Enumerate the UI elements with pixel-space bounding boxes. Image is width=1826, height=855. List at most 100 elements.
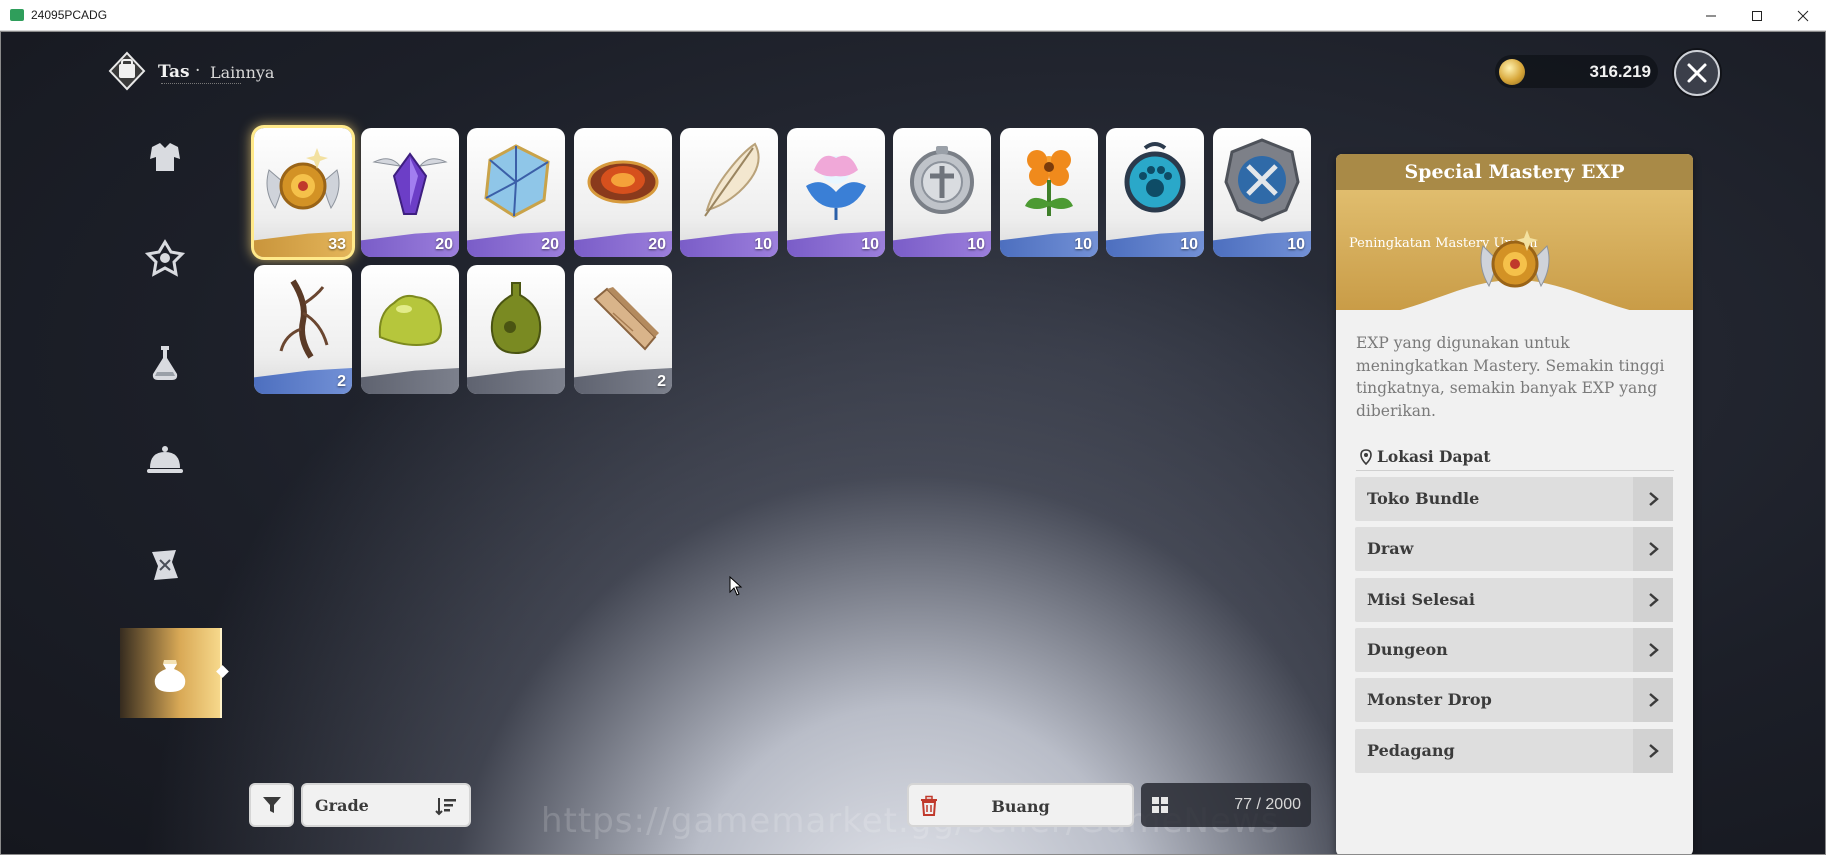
item-quantity: 20 [648, 236, 666, 253]
location-row[interactable]: Toko Bundle [1355, 477, 1673, 521]
armor-category-icon [150, 143, 180, 171]
location-row[interactable]: Dungeon [1355, 628, 1673, 672]
food-cloche-category-icon [147, 446, 183, 473]
item-quantity: 10 [1287, 236, 1305, 253]
white-feather-icon [704, 142, 760, 217]
dry-root-icon [279, 279, 329, 359]
scroll-category-icon [152, 550, 178, 580]
paw-amulet-item[interactable]: 10 [1106, 128, 1204, 257]
category-armor[interactable] [121, 114, 209, 202]
wood-plank-item[interactable]: 2 [574, 265, 672, 394]
bag-logo-icon [108, 51, 146, 91]
rarity-band [361, 368, 459, 394]
location-label: Dungeon [1367, 640, 1448, 659]
chevron-right-icon[interactable] [1633, 527, 1673, 571]
item-quantity: 20 [541, 236, 559, 253]
paw-amulet-icon [1124, 142, 1186, 213]
capacity-value: 77 / 2000 [1234, 796, 1301, 813]
maximize-button[interactable] [1734, 0, 1780, 31]
silver-emblem-icon [910, 146, 974, 214]
weapon-badge-item[interactable]: 10 [1213, 128, 1311, 257]
item-quantity: 10 [1180, 236, 1198, 253]
green-gourd-icon [490, 282, 542, 355]
chevron-right-icon[interactable] [1633, 678, 1673, 722]
title-separator: · [195, 61, 201, 81]
location-label: Toko Bundle [1367, 489, 1480, 508]
blue-cube-item[interactable]: 20 [467, 128, 565, 257]
blue-crystal-cube-icon [484, 144, 550, 218]
minimize-icon [1706, 15, 1716, 16]
spirit-flower-item[interactable]: 10 [787, 128, 885, 257]
discard-label: Buang [991, 797, 1050, 816]
misc-bag-category-icon [154, 660, 186, 692]
inventory-capacity: 77 / 2000 [1141, 783, 1311, 827]
location-divider [1356, 470, 1674, 471]
filter-icon [262, 797, 281, 813]
gourd-item[interactable] [467, 265, 565, 394]
location-row[interactable]: Monster Drop [1355, 678, 1673, 722]
fire-ring-item[interactable]: 20 [574, 128, 672, 257]
rarity-band [467, 368, 565, 394]
item-detail-panel: Special Mastery EXP Peningkatan Mastery … [1336, 154, 1693, 854]
silver-medal-item[interactable]: 10 [893, 128, 991, 257]
item-quantity: 10 [1074, 236, 1092, 253]
game-viewport: Tas · Lainnya 316.219 33 20 20 20 10 10 … [1, 31, 1825, 854]
location-label: Pedagang [1367, 741, 1455, 760]
filter-button[interactable] [249, 783, 294, 827]
wood-plank-icon [593, 287, 659, 351]
category-accessory[interactable] [121, 215, 209, 303]
location-pin-icon [1360, 449, 1372, 465]
chevron-right-icon[interactable] [1633, 477, 1673, 521]
close-x-icon [1687, 63, 1707, 83]
slime-item[interactable] [361, 265, 459, 394]
item-quantity: 20 [435, 236, 453, 253]
minimize-button[interactable] [1688, 0, 1734, 31]
currency-value: 316.219 [1589, 62, 1651, 81]
feather-item[interactable]: 10 [680, 128, 778, 257]
chevron-right-icon[interactable] [1633, 628, 1673, 672]
crossed-weapons-badge-icon [1224, 138, 1300, 222]
glowing-lotus-icon [806, 155, 866, 220]
root-item[interactable]: 2 [254, 265, 352, 394]
close-inventory-button[interactable] [1674, 50, 1720, 96]
location-row[interactable]: Misi Selesai [1355, 578, 1673, 622]
grid-view-icon [1152, 797, 1168, 813]
category-food[interactable] [121, 417, 209, 505]
window-title: 24095PCADG [31, 8, 108, 22]
molten-ring-icon [587, 160, 659, 204]
item-name: Special Mastery EXP [1336, 154, 1693, 190]
category-misc[interactable] [120, 628, 222, 718]
mouse-cursor-icon [729, 576, 743, 596]
purple-crystal-item[interactable]: 20 [361, 128, 459, 257]
window-titlebar: 24095PCADG [0, 0, 1826, 31]
page-title: Tas [158, 62, 190, 82]
item-quantity: 2 [337, 373, 346, 390]
location-row[interactable]: Draw [1355, 527, 1673, 571]
location-row[interactable]: Pedagang [1355, 729, 1673, 773]
potion-category-icon [152, 346, 178, 380]
location-label: Monster Drop [1367, 690, 1492, 709]
category-potion[interactable] [121, 319, 209, 407]
orange-flower-icon [1025, 150, 1073, 216]
special-mastery-exp-item[interactable]: 33 [254, 128, 352, 257]
location-label: Misi Selesai [1367, 590, 1475, 609]
item-quantity: 2 [657, 373, 666, 390]
gold-coin-icon [1499, 59, 1525, 85]
item-description: EXP yang digunakan untuk meningkatkan Ma… [1356, 334, 1665, 420]
category-scroll[interactable] [121, 521, 209, 609]
orange-flower-item[interactable]: 10 [1000, 128, 1098, 257]
chevron-right-icon[interactable] [1633, 729, 1673, 773]
maximize-icon [1752, 10, 1762, 21]
sort-icon [435, 798, 456, 816]
winged-amber-orb-icon [266, 148, 340, 210]
sort-grade-label: Grade [315, 796, 369, 815]
sort-grade-dropdown[interactable]: Grade [301, 783, 471, 827]
window-close-button[interactable] [1780, 0, 1826, 31]
close-icon [1797, 10, 1809, 21]
discard-button[interactable]: Buang [907, 783, 1134, 827]
winged-amber-orb-icon [1480, 230, 1550, 288]
item-quantity: 33 [328, 236, 346, 253]
chevron-right-icon[interactable] [1633, 578, 1673, 622]
location-label: Draw [1367, 539, 1414, 558]
item-quantity: 10 [754, 236, 772, 253]
